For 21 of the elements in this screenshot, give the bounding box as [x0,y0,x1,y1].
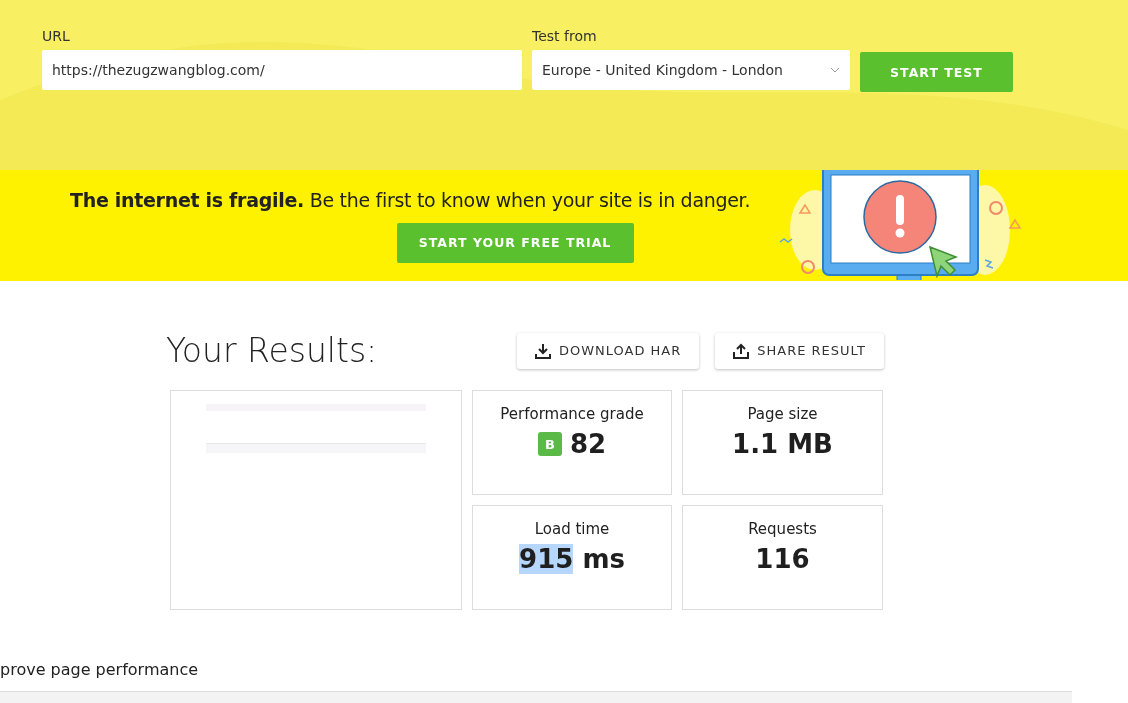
url-field[interactable]: https://thezugzwangblog.com/ [42,50,522,90]
stat-label: Requests [748,520,817,538]
download-har-button[interactable]: DOWNLOAD HAR [516,332,700,369]
banner-headline: The internet is fragile. Be the first to know when your site is in danger. [70,188,751,211]
results-title: Your Results: [166,331,379,370]
stat-value: 915 ms [519,544,625,574]
location-select[interactable]: Europe - United Kingdom - London [532,50,850,90]
grade-badge: B [537,432,562,456]
suggestions-title: prove page performance [0,660,200,679]
stat-label: Performance grade [500,405,644,423]
stat-label: Load time [534,520,610,538]
chevron-down-icon [830,67,840,73]
location-label: Test from [532,28,598,44]
stat-value: 82 [569,429,607,459]
stat-label: Page size [747,405,818,423]
download-icon [534,342,551,359]
stat-value: 1.1 MB [732,429,833,459]
stat-value: 116 [755,544,810,574]
url-label: URL [42,28,71,44]
upload-icon [733,342,750,359]
share-result-button[interactable]: SHARE RESULT [715,332,884,369]
